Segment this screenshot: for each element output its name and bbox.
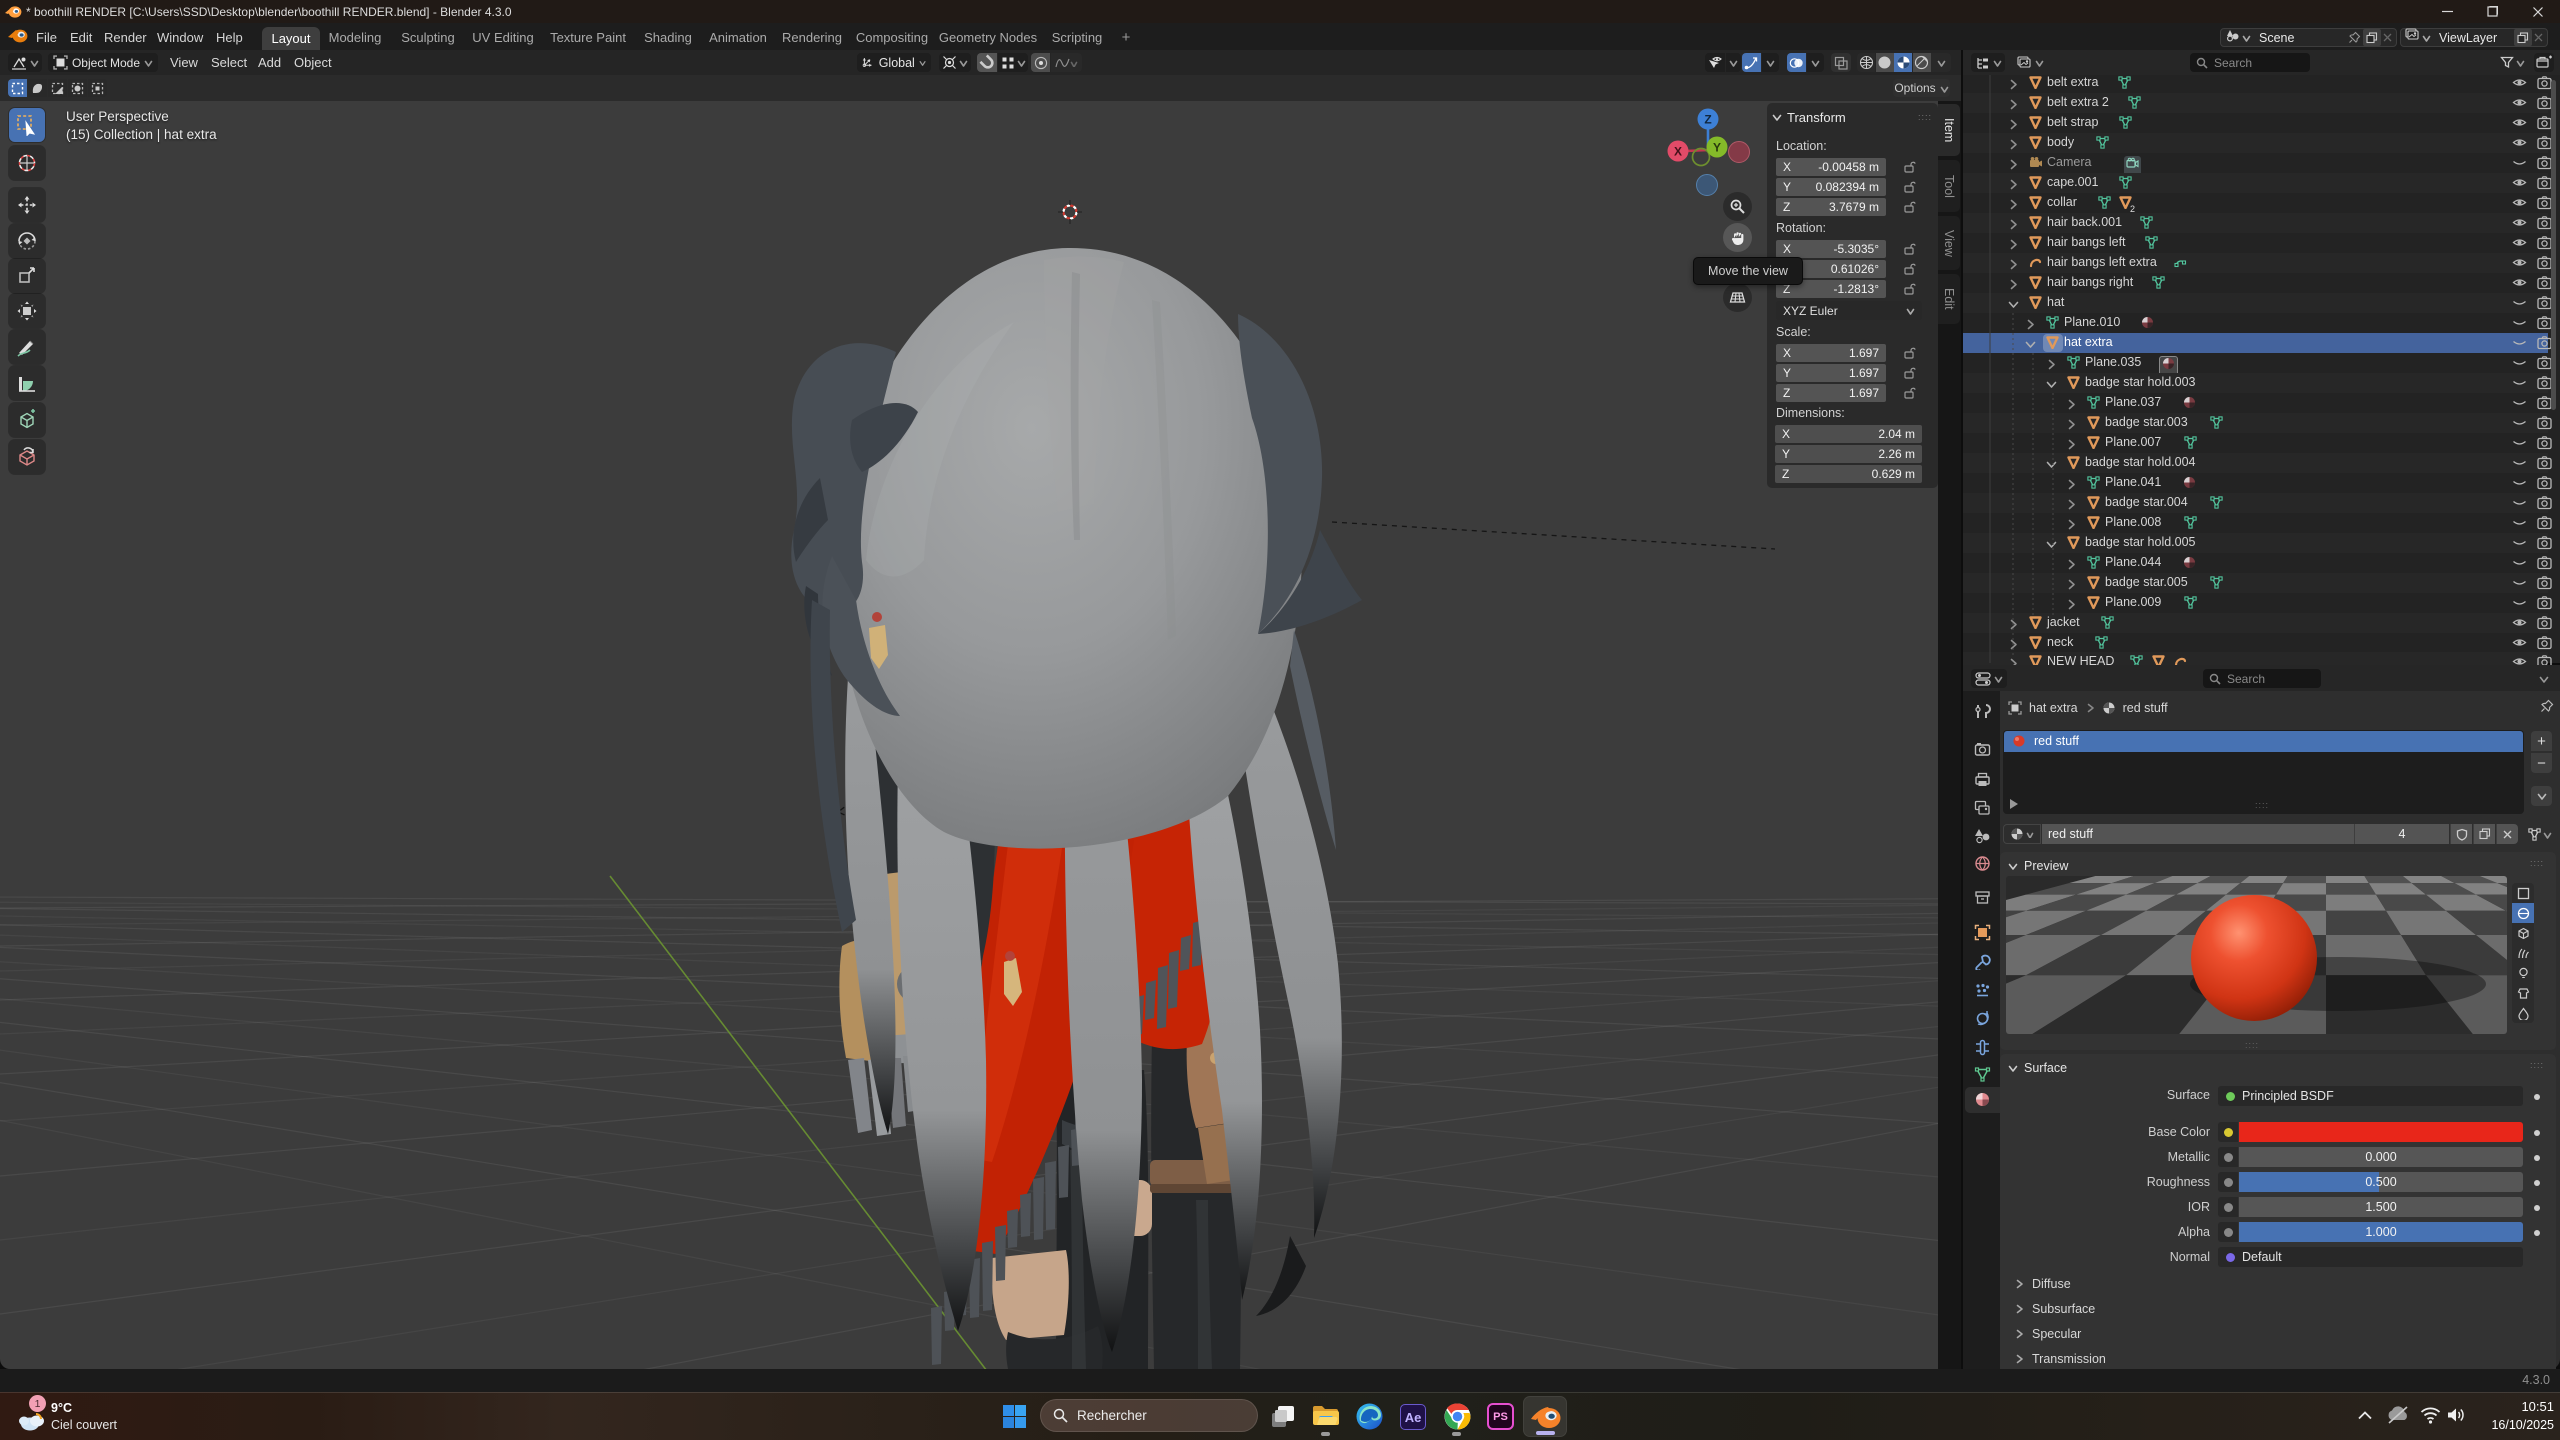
svg-text:Z: Z	[1704, 113, 1711, 127]
svg-text:X: X	[1674, 145, 1682, 159]
svg-text:Y: Y	[1713, 141, 1721, 155]
